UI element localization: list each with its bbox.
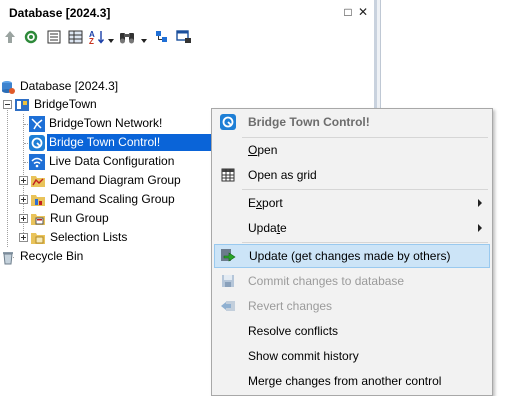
sort-dropdown-icon[interactable] — [108, 33, 114, 43]
expand-icon[interactable] — [19, 214, 28, 223]
menu-item-resolve-conflicts[interactable]: Resolve conflicts — [214, 320, 490, 342]
recycle-bin-icon — [0, 249, 16, 265]
binoculars-icon[interactable] — [118, 28, 136, 46]
submenu-arrow-icon — [478, 224, 482, 232]
explorer-toolbar: AZ — [0, 26, 374, 48]
grid-icon — [220, 167, 236, 183]
pane-title-bar: Database [2024.3] □ ✕ — [0, 0, 374, 26]
tree-item-label: BridgeTown — [34, 97, 97, 111]
control-icon — [29, 134, 45, 151]
revert-icon — [220, 298, 236, 314]
menu-item-label: Update — [248, 221, 287, 235]
menu-item-update-get-changes[interactable]: Update (get changes made by others) — [214, 244, 490, 268]
collapse-icon[interactable] — [3, 100, 12, 109]
close-pane-button[interactable]: ✕ — [356, 5, 370, 19]
network-group-icon — [14, 97, 30, 113]
find-dropdown-icon[interactable] — [141, 33, 147, 43]
context-menu: Bridge Town Control! Open Open as grid E… — [211, 108, 493, 396]
menu-item-open[interactable]: Open — [214, 139, 490, 161]
tree-filter-icon[interactable] — [153, 28, 171, 46]
tree-item-label: Run Group — [50, 211, 109, 225]
sort-icon[interactable]: AZ — [88, 28, 106, 46]
save-icon — [220, 273, 236, 289]
menu-item-label: Update (get changes made by others) — [249, 249, 451, 263]
menu-item-show-commit-history[interactable]: Show commit history — [214, 345, 490, 367]
control-icon — [220, 114, 236, 130]
folder-selection-icon — [30, 230, 46, 246]
tree-item-label: Live Data Configuration — [49, 154, 175, 168]
update-arrow-icon — [220, 248, 236, 264]
tree-item-label: Selection Lists — [50, 230, 128, 244]
expand-icon[interactable] — [19, 233, 28, 242]
menu-item-export[interactable]: Export — [214, 192, 490, 214]
tree-line — [7, 102, 8, 247]
svg-text:Z: Z — [89, 37, 94, 45]
submenu-arrow-icon — [478, 199, 482, 207]
menu-item-merge-changes[interactable]: Merge changes from another control — [214, 370, 490, 392]
menu-item-revert-changes[interactable]: Revert changes — [214, 295, 490, 317]
menu-item-label: Export — [248, 196, 283, 210]
folder-run-icon — [30, 211, 46, 227]
tree-item-demand-diagram-group[interactable]: Demand Diagram Group — [30, 171, 183, 190]
tree-item-database-root[interactable]: Database [2024.3] — [0, 77, 120, 96]
tree-item-recycle-bin[interactable]: Recycle Bin — [0, 247, 85, 266]
folder-chart-icon — [30, 173, 46, 189]
tree-item-network[interactable]: BridgeTown Network! — [29, 114, 164, 133]
expand-icon[interactable] — [19, 195, 28, 204]
menu-header-label: Bridge Town Control! — [248, 115, 370, 129]
wifi-icon — [29, 153, 45, 170]
restore-pane-button[interactable]: □ — [341, 5, 355, 19]
refresh-icon[interactable] — [22, 28, 40, 46]
tree-item-control[interactable]: Bridge Town Control! — [29, 133, 213, 152]
menu-item-label: Open — [248, 143, 278, 157]
menu-item-open-as-grid[interactable]: Open as grid — [214, 164, 490, 186]
tree-item-selection-lists[interactable]: Selection Lists — [30, 228, 129, 247]
menu-item-update[interactable]: Update — [214, 217, 490, 239]
list-icon[interactable] — [45, 28, 63, 46]
menu-item-label: Commit changes to database — [248, 274, 405, 288]
menu-item-commit-changes[interactable]: Commit changes to database — [214, 270, 490, 292]
tree-item-label: Demand Scaling Group — [50, 192, 175, 206]
menu-header: Bridge Town Control! — [214, 111, 490, 133]
pane-title: Database [2024.3] — [9, 6, 111, 20]
menu-item-label: Merge changes from another control — [248, 374, 442, 388]
up-arrow-icon[interactable] — [1, 28, 19, 46]
menu-separator — [242, 189, 488, 190]
menu-item-label: Open as grid — [248, 168, 317, 182]
tree-item-label: Demand Diagram Group — [50, 173, 181, 187]
tree-item-label: Bridge Town Control! — [47, 134, 213, 151]
expand-icon[interactable] — [19, 176, 28, 185]
tree-item-live-data[interactable]: Live Data Configuration — [29, 152, 176, 171]
tree-item-run-group[interactable]: Run Group — [30, 209, 111, 228]
tree-item-label: Database [2024.3] — [20, 79, 119, 93]
database-icon — [0, 79, 16, 95]
network-icon — [29, 115, 45, 132]
menu-item-label: Revert changes — [248, 299, 333, 313]
menu-item-label: Resolve conflicts — [248, 324, 339, 338]
locate-icon[interactable] — [175, 28, 193, 46]
grid-icon[interactable] — [66, 28, 84, 46]
menu-separator — [242, 242, 488, 243]
tree-item-label: Recycle Bin — [20, 249, 84, 263]
tree-item-demand-scaling-group[interactable]: Demand Scaling Group — [30, 190, 177, 209]
tree-item-bridgetown[interactable]: BridgeTown — [14, 95, 99, 114]
tree-item-label: BridgeTown Network! — [49, 116, 163, 130]
menu-item-label: Show commit history — [248, 349, 359, 363]
menu-separator — [242, 137, 488, 138]
folder-scaling-icon — [30, 192, 46, 208]
